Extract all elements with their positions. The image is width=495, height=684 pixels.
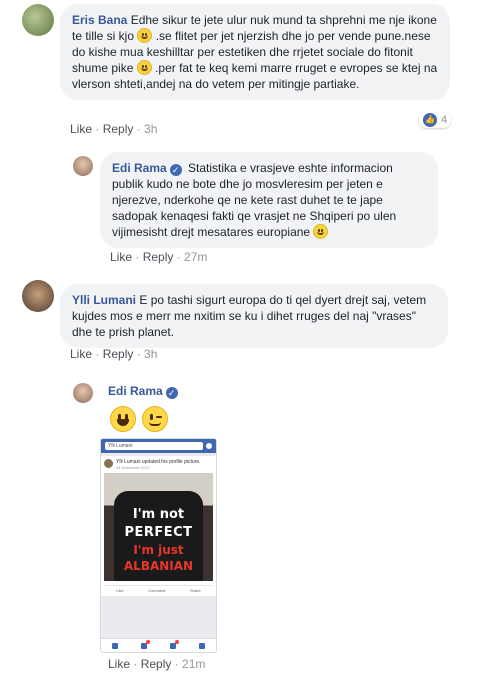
comment-author[interactable]: Edi Rama <box>112 161 167 175</box>
shirt-text: I'm just <box>133 543 184 557</box>
comment-actions: Like · Reply · 21m <box>108 657 206 671</box>
smile-emoji-icon <box>136 60 152 75</box>
timestamp[interactable]: 3h <box>144 122 157 136</box>
like-link[interactable]: Like <box>110 250 132 264</box>
verified-badge-icon: ✓ <box>169 164 182 176</box>
phone-bottombar <box>101 638 216 652</box>
post-comment: Comment <box>148 588 166 593</box>
like-link[interactable]: Like <box>70 347 92 361</box>
shirt-text: ALBANIAN <box>123 559 194 573</box>
attached-screenshot[interactable]: Ylli Lumani Ylli Lumani updated his prof… <box>100 438 217 653</box>
comment-bubble-ylli-lumani: Ylli Lumani E po tashi sigurt europa do … <box>60 284 448 348</box>
comment-author-line: Edi Rama ✓ <box>108 384 181 399</box>
shirt-text: PERFECT <box>124 525 193 540</box>
post-like: Like <box>116 588 124 593</box>
wink-emoji-icon <box>142 406 168 432</box>
post-actions: Like Comment Share <box>104 585 213 593</box>
shirt-text: I'm not <box>132 507 185 522</box>
like-link[interactable]: Like <box>70 122 92 136</box>
avatar-edi-rama[interactable] <box>73 156 93 176</box>
post-date: 14 December 2017 · <box>116 465 153 470</box>
comment-actions: Like · Reply · 3h <box>70 122 158 136</box>
verified-badge-icon: ✓ <box>165 387 178 399</box>
smile-emoji-icon <box>313 224 329 239</box>
friends-icon <box>141 639 151 649</box>
comment-author[interactable]: Ylli Lumani <box>72 293 136 307</box>
avatar-edi-rama[interactable] <box>73 383 93 403</box>
avatar-eris-bana[interactable] <box>22 4 54 36</box>
post-share: Share <box>190 588 201 593</box>
timestamp[interactable]: 21m <box>182 657 205 671</box>
comment-bubble-edi-rama: Edi Rama ✓ Statistika e vrasjeve eshte in… <box>100 152 438 248</box>
timestamp[interactable]: 27m <box>184 250 207 264</box>
phone-search-input: Ylli Lumani <box>105 442 203 450</box>
post-photo: I'm not PERFECT I'm just ALBANIAN <box>104 473 213 581</box>
notifications-icon <box>169 639 179 649</box>
timestamp[interactable]: 3h <box>144 347 157 361</box>
comment-actions: Like · Reply · 27m <box>110 250 208 264</box>
post-avatar <box>104 459 113 468</box>
home-icon <box>112 642 119 649</box>
comment-bubble-eris-bana: Eris Bana Edhe sikur te jete ulur nuk mu… <box>60 4 450 100</box>
comment-author[interactable]: Edi Rama <box>108 384 163 398</box>
reply-link[interactable]: Reply <box>143 250 174 264</box>
smile-emoji-icon <box>137 28 153 43</box>
comment-actions: Like · Reply · 3h <box>70 347 158 361</box>
phone-post: Ylli Lumani updated his profile picture.… <box>101 456 216 596</box>
reaction-count[interactable]: 👍 4 <box>419 112 452 128</box>
post-header: Ylli Lumani updated his profile picture.… <box>104 459 213 470</box>
menu-icon <box>198 642 205 649</box>
like-link[interactable]: Like <box>108 657 130 671</box>
reply-link[interactable]: Reply <box>141 657 172 671</box>
phone-topbar: Ylli Lumani <box>101 439 216 453</box>
reaction-count-number: 4 <box>441 114 448 126</box>
reply-link[interactable]: Reply <box>103 347 134 361</box>
smile-emoji-icon <box>110 406 136 432</box>
like-thumb-icon: 👍 <box>423 113 437 127</box>
avatar-ylli-lumani[interactable] <box>22 280 54 312</box>
comment-author[interactable]: Eris Bana <box>72 13 127 27</box>
messenger-icon <box>206 443 212 449</box>
reply-link[interactable]: Reply <box>103 122 134 136</box>
